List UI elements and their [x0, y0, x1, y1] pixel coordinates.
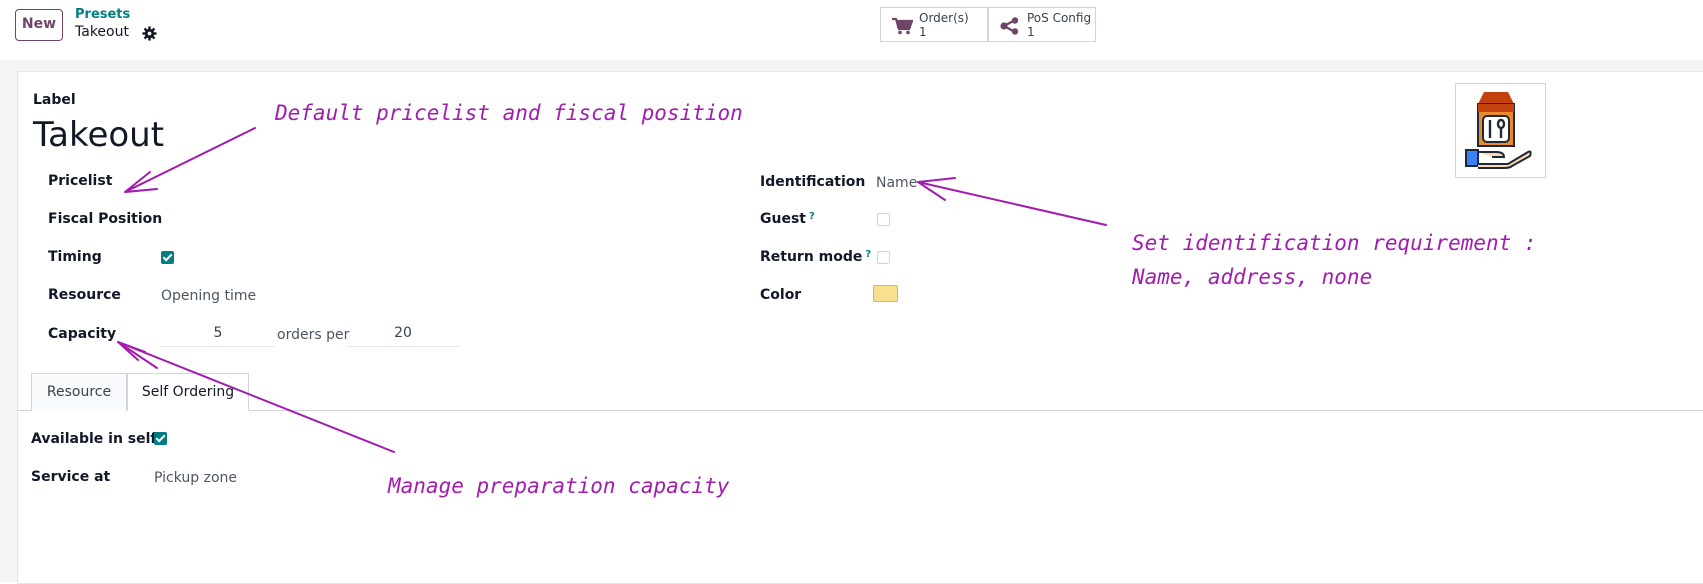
arrow-to-pricelist — [124, 127, 256, 193]
annotation-arrows — [117, 127, 1107, 453]
arrow-to-identification — [917, 177, 1107, 226]
arrow-to-capacity — [117, 341, 395, 453]
